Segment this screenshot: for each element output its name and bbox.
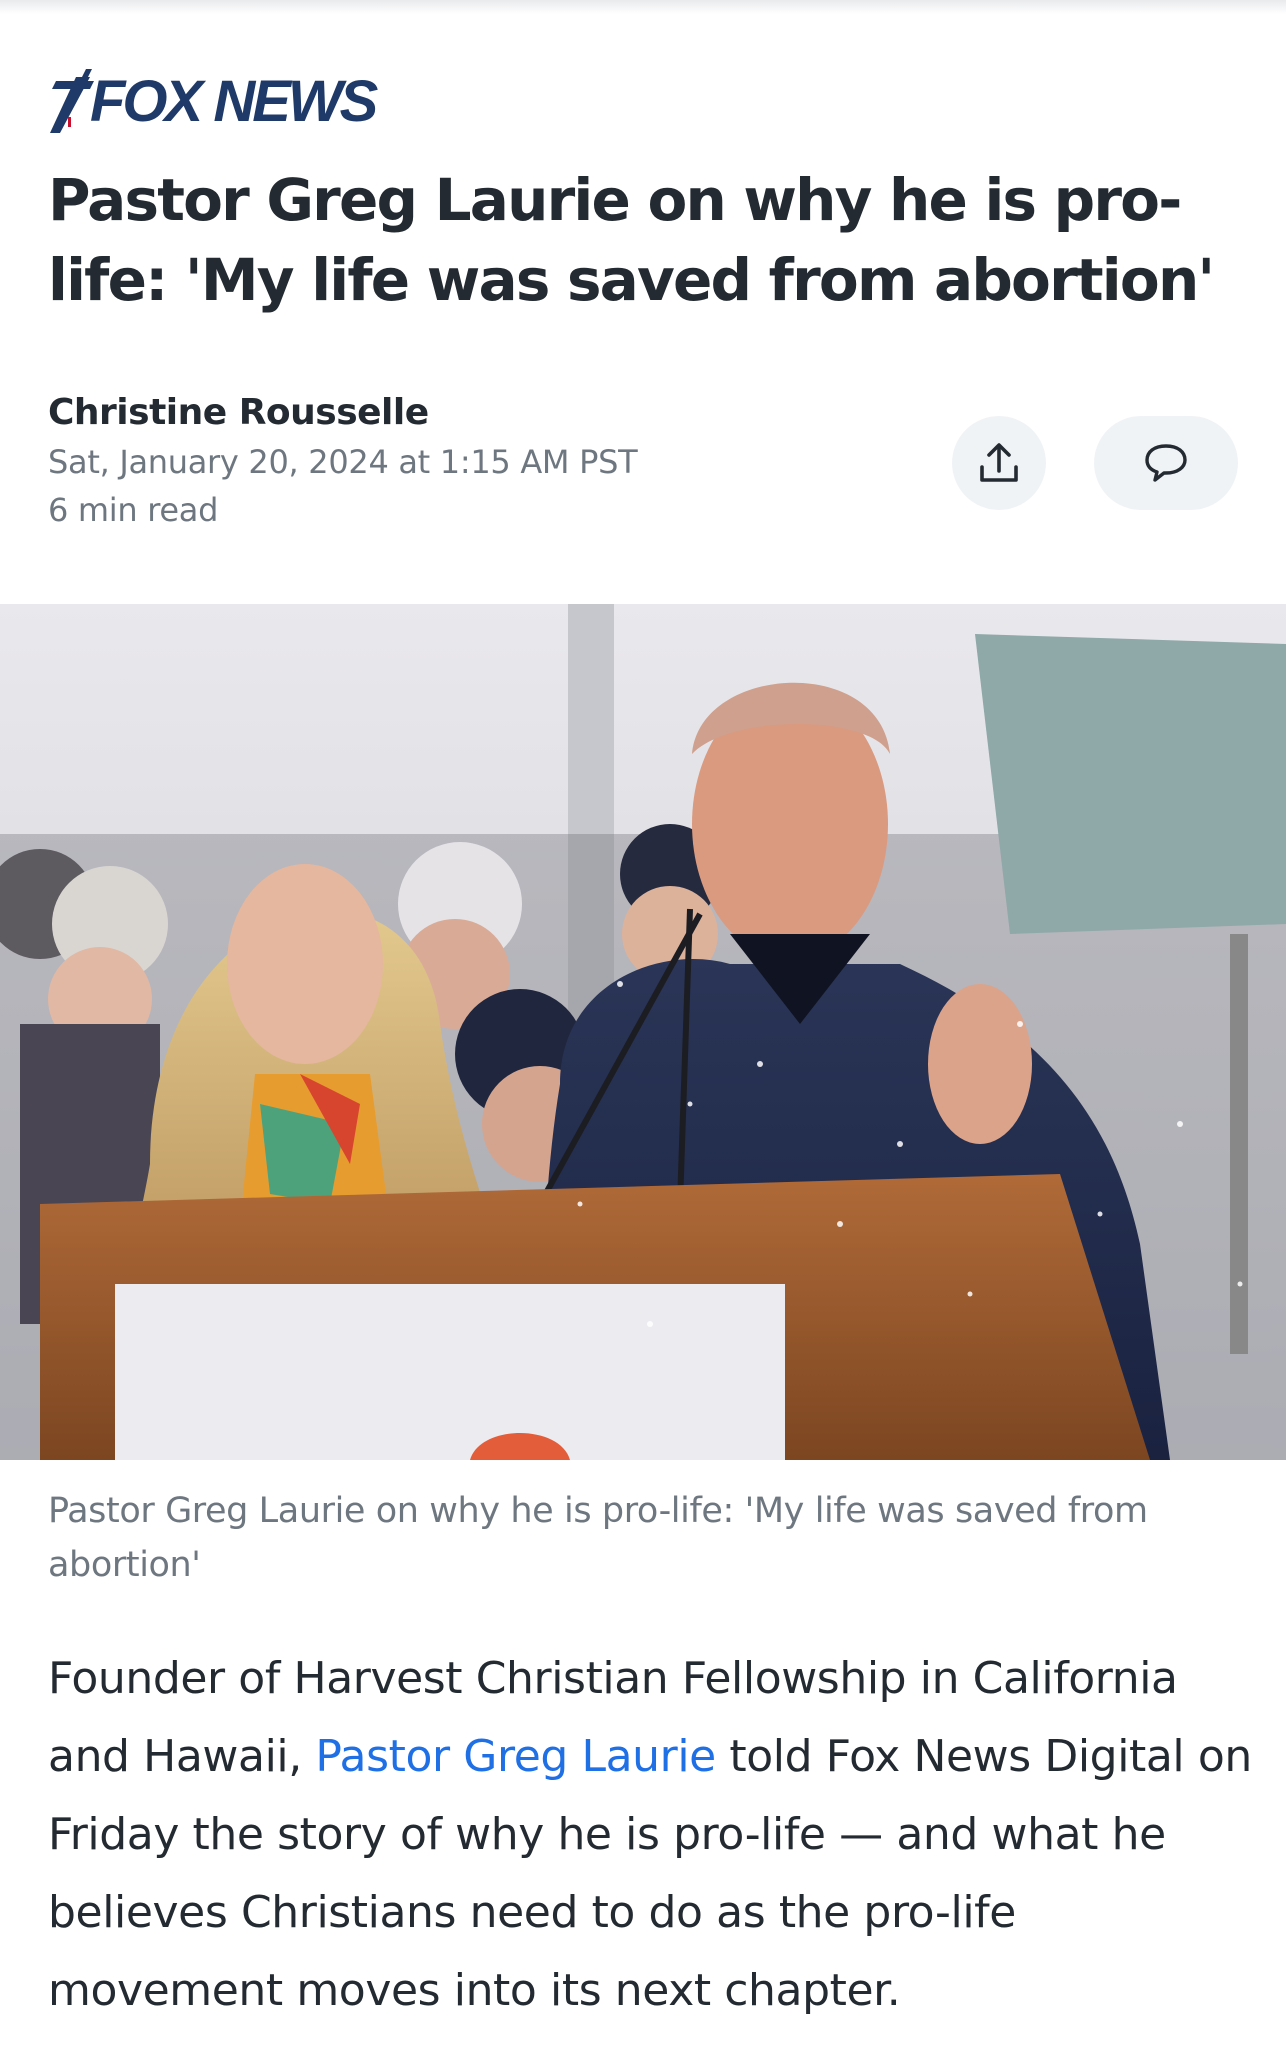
- top-bar-shadow: [0, 0, 1286, 14]
- author-name[interactable]: Christine Rousselle: [48, 388, 637, 438]
- publisher-logo[interactable]: FOX NEWS: [46, 62, 378, 142]
- comment-bubble-icon: [1145, 444, 1187, 482]
- publisher-name: FOX NEWS: [90, 69, 378, 134]
- share-upload-icon: [980, 443, 1018, 482]
- byline: Christine Rousselle Sat, January 20, 202…: [48, 388, 638, 534]
- publish-date: Sat, January 20, 2024 at 1:15 AM PST: [48, 443, 638, 481]
- hero-image[interactable]: [0, 604, 1286, 1460]
- article-headline: Pastor Greg Laurie on why he is pro-life…: [48, 166, 1215, 314]
- image-caption: Pastor Greg Laurie on why he is pro-life…: [48, 1491, 1148, 1585]
- hero-photo-illustration: [0, 604, 1286, 1460]
- comments-button[interactable]: [1094, 416, 1238, 510]
- read-time: 6 min read: [48, 491, 219, 529]
- share-button[interactable]: [952, 416, 1046, 510]
- article-paragraph: Founder of Harvest Christian Fellowship …: [48, 1640, 1258, 2030]
- greg-laurie-link[interactable]: Pastor Greg Laurie: [315, 1731, 716, 1782]
